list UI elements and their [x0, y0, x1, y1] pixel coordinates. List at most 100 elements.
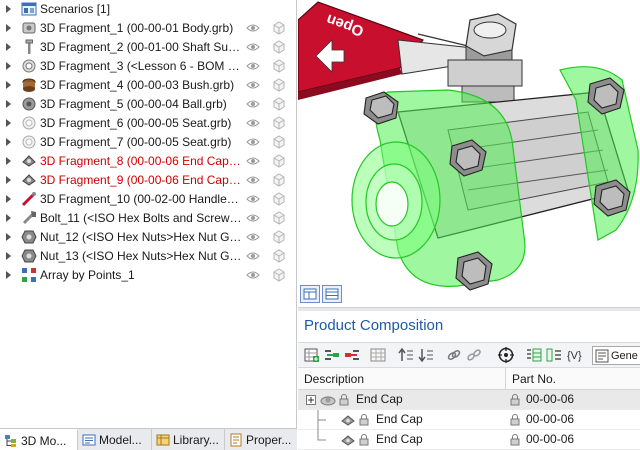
- tab-properties[interactable]: Proper...: [225, 429, 297, 450]
- cube-display-icon[interactable]: [271, 115, 287, 131]
- link-icon[interactable]: [446, 347, 462, 363]
- tree-item-label: 3D Fragment_7 (00-00-05 Seat.grb): [40, 135, 232, 149]
- expand-arrow-icon[interactable]: [6, 157, 11, 165]
- tree-item[interactable]: 3D Fragment_6 (00-00-05 Seat.grb): [0, 114, 296, 133]
- bush-part-icon: [22, 78, 36, 92]
- column-header-part-no[interactable]: Part No.: [506, 368, 640, 390]
- bom-columns-icon[interactable]: [526, 347, 542, 363]
- seat-part-icon: [22, 116, 36, 130]
- visibility-eye-icon[interactable]: [246, 193, 260, 205]
- cube-display-icon[interactable]: [271, 77, 287, 93]
- visibility-eye-icon[interactable]: [246, 174, 260, 186]
- table-grid-icon[interactable]: [370, 347, 386, 363]
- insert-after-icon[interactable]: [344, 347, 360, 363]
- model-tree-panel: Scenarios [1] 3D Fragment_1 (00-00-01 Bo…: [0, 0, 297, 450]
- tree-item[interactable]: 3D Fragment_1 (00-00-01 Body.grb): [0, 19, 296, 38]
- variables-icon[interactable]: {V}: [566, 347, 588, 363]
- expand-arrow-icon[interactable]: [6, 138, 11, 146]
- visibility-eye-icon[interactable]: [246, 98, 260, 110]
- expand-arrow-icon[interactable]: [6, 100, 11, 108]
- expand-arrow-icon[interactable]: [6, 252, 11, 260]
- visibility-eye-icon[interactable]: [246, 117, 260, 129]
- cube-display-icon[interactable]: [271, 39, 287, 55]
- 3d-viewport[interactable]: Open: [298, 0, 640, 307]
- cube-display-icon[interactable]: [271, 210, 287, 226]
- expand-arrow-icon[interactable]: [6, 233, 11, 241]
- visibility-eye-icon[interactable]: [246, 155, 260, 167]
- cube-display-icon[interactable]: [271, 172, 287, 188]
- visibility-eye-icon[interactable]: [246, 22, 260, 34]
- visibility-eye-icon[interactable]: [246, 136, 260, 148]
- app-window: Scenarios [1] 3D Fragment_1 (00-00-01 Bo…: [0, 0, 640, 450]
- tree-item[interactable]: Nut_12 (<ISO Hex Nuts>Hex Nut Gr...: [0, 228, 296, 247]
- add-row-icon[interactable]: [304, 347, 320, 363]
- tree-item[interactable]: 3D Fragment_7 (00-00-05 Seat.grb): [0, 133, 296, 152]
- table-row[interactable]: End Cap 00-00-06: [298, 390, 640, 410]
- expand-box-icon[interactable]: [306, 395, 316, 405]
- split-layout-icon: [325, 288, 339, 300]
- move-down-icon[interactable]: [418, 347, 434, 363]
- move-up-icon[interactable]: [398, 347, 414, 363]
- cube-display-icon[interactable]: [271, 248, 287, 264]
- cube-display-icon[interactable]: [271, 229, 287, 245]
- tree-item[interactable]: Array by Points_1: [0, 266, 296, 285]
- tree-item[interactable]: 3D Fragment_2 (00-01-00 Shaft Suba...: [0, 38, 296, 57]
- tab-library[interactable]: Library...: [152, 429, 225, 450]
- tree-item[interactable]: 3D Fragment_5 (00-00-04 Ball.grb): [0, 95, 296, 114]
- ring-part-icon: [22, 59, 36, 73]
- expand-arrow-icon[interactable]: [6, 5, 11, 13]
- expand-arrow-icon[interactable]: [6, 43, 11, 51]
- visibility-eye-icon[interactable]: [246, 79, 260, 91]
- unlink-icon[interactable]: [466, 347, 482, 363]
- expand-arrow-icon[interactable]: [6, 271, 11, 279]
- tab-3d-model[interactable]: 3D Mo...: [0, 429, 78, 450]
- visibility-eye-icon[interactable]: [246, 60, 260, 72]
- tree-item[interactable]: Bolt_11 (<ISO Hex Bolts and Screws>...: [0, 209, 296, 228]
- report-type-select[interactable]: Gene: [592, 346, 640, 365]
- cube-display-icon[interactable]: [271, 134, 287, 150]
- tree-item-scenarios[interactable]: Scenarios [1]: [0, 0, 296, 19]
- visibility-eye-icon[interactable]: [246, 250, 260, 262]
- tree-item[interactable]: 3D Fragment_10 (00-02-00 Handle S...: [0, 190, 296, 209]
- expand-arrow-icon[interactable]: [6, 214, 11, 222]
- tree-item-label: 3D Fragment_6 (00-00-05 Seat.grb): [40, 116, 232, 130]
- expand-arrow-icon[interactable]: [6, 81, 11, 89]
- body-part-icon: [22, 22, 36, 34]
- table-row[interactable]: End Cap 00-00-06: [298, 430, 640, 450]
- viewport-toolbar: [300, 285, 348, 305]
- target-icon[interactable]: [498, 347, 514, 363]
- expand-arrow-icon[interactable]: [6, 24, 11, 32]
- expand-arrow-icon[interactable]: [6, 176, 11, 184]
- tree-item[interactable]: 3D Fragment_9 (00-00-06 End Cap.gr...: [0, 171, 296, 190]
- table-row[interactable]: End Cap 00-00-06: [298, 410, 640, 430]
- expand-arrow-icon[interactable]: [6, 119, 11, 127]
- visibility-eye-icon[interactable]: [246, 231, 260, 243]
- shaft-part-icon: [25, 39, 33, 54]
- cube-display-icon[interactable]: [271, 20, 287, 36]
- expand-arrow-icon[interactable]: [6, 195, 11, 203]
- visibility-eye-icon[interactable]: [246, 212, 260, 224]
- sort-columns-icon[interactable]: [546, 347, 562, 363]
- single-view-button[interactable]: [300, 285, 320, 303]
- tree-item[interactable]: 3D Fragment_3 (<Lesson 6 - BOM an...: [0, 57, 296, 76]
- cube-display-icon[interactable]: [271, 96, 287, 112]
- cube-display-icon[interactable]: [271, 267, 287, 283]
- cube-display-icon[interactable]: [271, 58, 287, 74]
- column-header-description[interactable]: Description: [298, 368, 506, 390]
- expand-arrow-icon[interactable]: [6, 62, 11, 70]
- split-view-button[interactable]: [322, 285, 342, 303]
- tree-item-label: 3D Fragment_4 (00-00-03 Bush.grb): [40, 78, 235, 92]
- cube-display-icon[interactable]: [271, 191, 287, 207]
- tree-item[interactable]: 3D Fragment_4 (00-00-03 Bush.grb): [0, 76, 296, 95]
- insert-before-icon[interactable]: [324, 347, 340, 363]
- report-type-icon: [595, 349, 609, 362]
- tab-model-menu[interactable]: Model...: [78, 429, 152, 450]
- visibility-eye-icon[interactable]: [246, 41, 260, 53]
- model-menu-icon: [82, 434, 96, 446]
- visibility-eye-icon[interactable]: [246, 269, 260, 281]
- tree-item[interactable]: 3D Fragment_8 (00-00-06 End Cap.gr...: [0, 152, 296, 171]
- left-panel-tabs: 3D Mo... Model... Library... Proper...: [0, 428, 297, 450]
- cube-display-icon[interactable]: [271, 153, 287, 169]
- tree-item[interactable]: Nut_13 (<ISO Hex Nuts>Hex Nut Gr...: [0, 247, 296, 266]
- tab-label: Model...: [99, 433, 142, 447]
